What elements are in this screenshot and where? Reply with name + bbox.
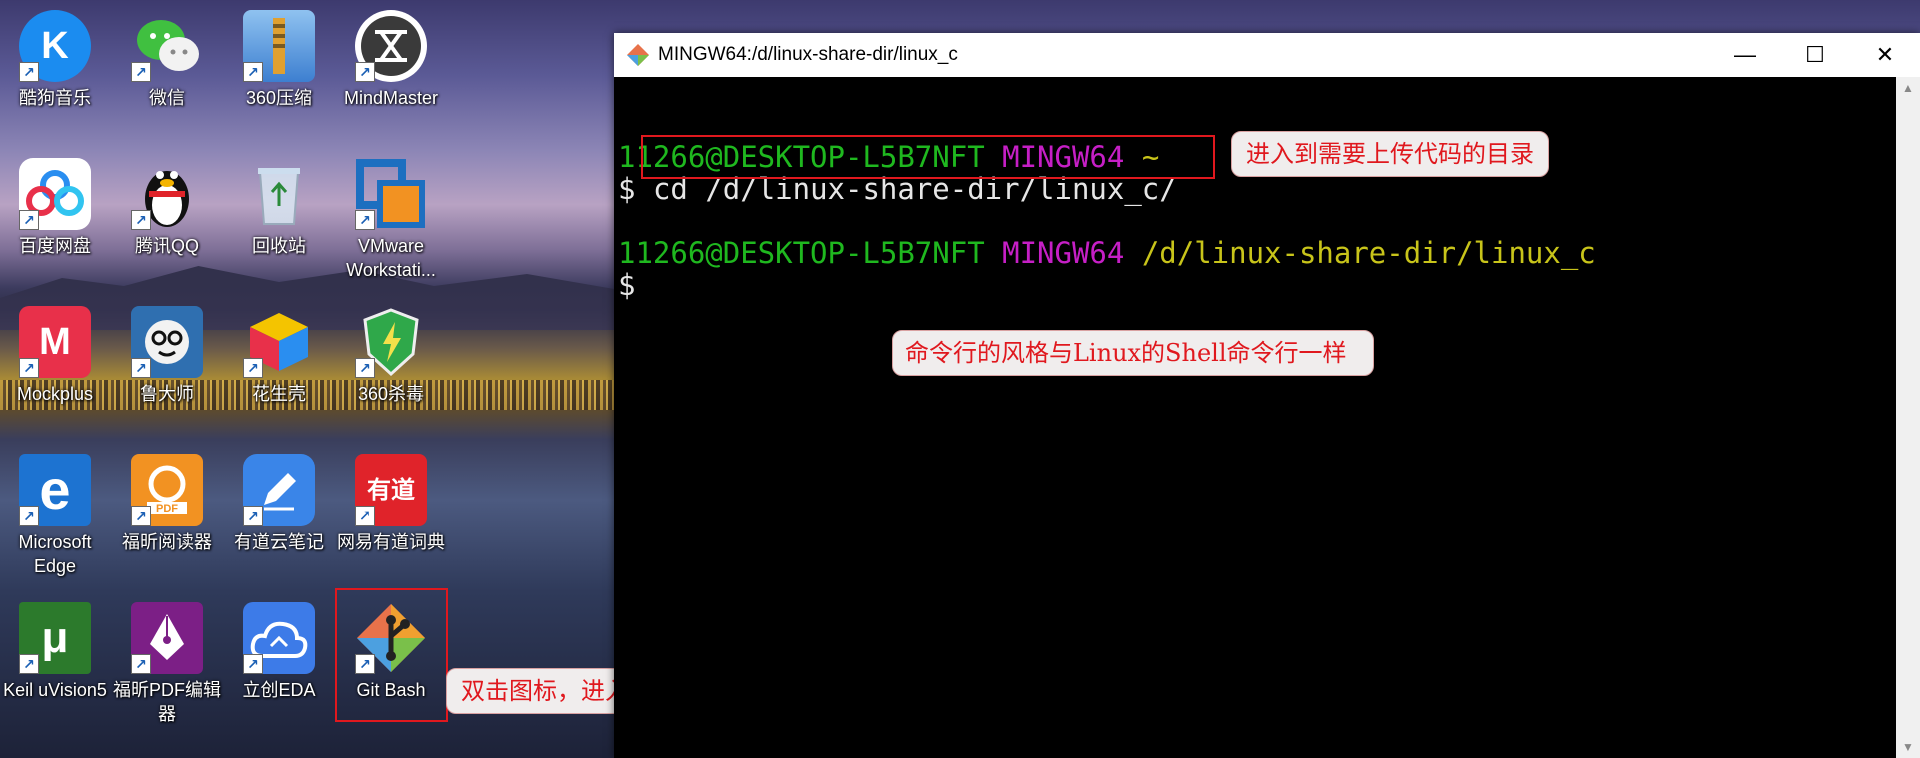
desktop-icon-label: Keil uVision5 xyxy=(3,680,107,700)
edge-icon: e ↗ xyxy=(19,454,91,526)
mindmaster-icon: ↗ xyxy=(355,10,427,82)
desktop-icon-360zip[interactable]: ↗ 360压缩 xyxy=(224,10,334,110)
desktop-icon-foxit-pdf-editor[interactable]: ↗ 福昕PDF编辑器 xyxy=(112,602,222,726)
terminal-output[interactable]: 11266@DESKTOP-L5B7NFT MINGW64 ~ $ cd /d/… xyxy=(614,77,1896,758)
desktop-icon-youdao-dict[interactable]: 有道 ↗ 网易有道词典 xyxy=(336,454,446,554)
terminal-line-prompt-2: 11266@DESKTOP-L5B7NFT MINGW64 /d/linux-s… xyxy=(618,237,1596,270)
svg-text:PDF: PDF xyxy=(156,503,178,515)
desktop-icon-label: 网易有道词典 xyxy=(337,532,445,552)
desktop-icon-wechat[interactable]: ↗ 微信 xyxy=(112,10,222,110)
desktop-icon-label: 酷狗音乐 xyxy=(19,88,91,108)
desktop-icon-360-antivirus[interactable]: ↗ 360杀毒 xyxy=(336,306,446,406)
shortcut-arrow-icon: ↗ xyxy=(355,210,375,230)
shortcut-arrow-icon: ↗ xyxy=(243,654,263,674)
window-titlebar[interactable]: MINGW64:/d/linux-share-dir/linux_c — ☐ ✕ xyxy=(614,33,1920,77)
desktop-icon-label: Mockplus xyxy=(16,384,94,404)
foxit-reader-icon: PDF ↗ xyxy=(131,454,203,526)
shortcut-arrow-icon: ↗ xyxy=(131,506,151,526)
shortcut-arrow-icon: ↗ xyxy=(131,210,151,230)
baidu-netdisk-icon: ↗ xyxy=(19,158,91,230)
desktop-icon-label: 花生壳 xyxy=(252,384,306,404)
desktop-icon-vmware[interactable]: ↗ VMware Workstati... xyxy=(336,158,446,282)
shortcut-arrow-icon: ↗ xyxy=(131,62,151,82)
cwd-path: /d/linux-share-dir/linux_c xyxy=(1141,236,1596,270)
360-antivirus-shield-icon: ↗ xyxy=(355,306,427,378)
keil-uvision-icon: μ ↗ xyxy=(19,602,91,674)
desktop-icon-label: 腾讯QQ xyxy=(134,236,199,256)
360zip-icon: ↗ xyxy=(243,10,315,82)
foxit-pdf-editor-icon: ↗ xyxy=(131,602,203,674)
desktop-icon-foxit-reader[interactable]: PDF ↗ 福昕阅读器 xyxy=(112,454,222,554)
terminal-scrollbar[interactable]: ▲ ▼ xyxy=(1896,77,1920,758)
scroll-down-arrow-icon[interactable]: ▼ xyxy=(1896,736,1920,758)
terminal-line-input[interactable]: $ xyxy=(618,269,635,302)
close-button[interactable]: ✕ xyxy=(1850,33,1920,77)
desktop-icon-lceda[interactable]: ↗ 立创EDA xyxy=(224,602,334,702)
shortcut-arrow-icon: ↗ xyxy=(355,358,375,378)
desktop-icon-label: 回收站 xyxy=(252,236,306,256)
shortcut-arrow-icon: ↗ xyxy=(243,358,263,378)
desktop-icon-ludashi[interactable]: ↗ 鲁大师 xyxy=(112,306,222,406)
ludashi-icon: ↗ xyxy=(131,306,203,378)
shortcut-arrow-icon: ↗ xyxy=(131,358,151,378)
lceda-cloud-icon: ↗ xyxy=(243,602,315,674)
shortcut-arrow-icon: ↗ xyxy=(243,62,263,82)
desktop-icon-label: 福昕PDF编辑器 xyxy=(113,680,221,724)
shortcut-arrow-icon: ↗ xyxy=(19,506,39,526)
callout-cd-command: 进入到需要上传代码的目录 xyxy=(1231,131,1549,177)
shortcut-arrow-icon: ↗ xyxy=(19,62,39,82)
desktop-icon-mindmaster[interactable]: ↗ MindMaster xyxy=(336,10,446,110)
shortcut-arrow-icon: ↗ xyxy=(355,62,375,82)
recycle-bin-icon xyxy=(243,158,315,230)
desktop-icon-kugou[interactable]: K ↗ 酷狗音乐 xyxy=(0,10,110,110)
kugou-music-icon: K ↗ xyxy=(19,10,91,82)
mockplus-icon: M ↗ xyxy=(19,306,91,378)
git-bash-highlight-box xyxy=(335,588,448,722)
shortcut-arrow-icon: ↗ xyxy=(131,654,151,674)
youdao-dict-icon: 有道 ↗ xyxy=(355,454,427,526)
desktop-icon-label: 立创EDA xyxy=(242,680,316,700)
desktop-icon-label: 360杀毒 xyxy=(357,384,425,404)
vmware-icon: ↗ xyxy=(355,158,427,230)
qq-penguin-icon: ↗ xyxy=(131,158,203,230)
cd-command-highlight-box xyxy=(641,135,1215,179)
desktop-icon-edge[interactable]: e ↗ Microsoft Edge xyxy=(0,454,110,578)
desktop-icon-keil[interactable]: μ ↗ Keil uVision5 xyxy=(0,602,110,702)
window-title: MINGW64:/d/linux-share-dir/linux_c xyxy=(658,44,958,65)
window-controls: — ☐ ✕ xyxy=(1710,33,1920,77)
prompt-symbol: $ xyxy=(618,268,636,302)
desktop-icon-label: VMware Workstati... xyxy=(346,236,436,280)
youdao-note-icon: ↗ xyxy=(243,454,315,526)
git-bash-app-icon xyxy=(626,43,650,67)
prompt-symbol: $ xyxy=(618,172,636,206)
shortcut-arrow-icon: ↗ xyxy=(243,506,263,526)
callout-shell-style: 命令行的风格与Linux的Shell命令行一样 xyxy=(892,330,1374,376)
desktop-icon-mockplus[interactable]: M ↗ Mockplus xyxy=(0,306,110,406)
wechat-icon: ↗ xyxy=(131,10,203,82)
minimize-button[interactable]: — xyxy=(1710,33,1780,77)
shortcut-arrow-icon: ↗ xyxy=(355,506,375,526)
desktop-icon-baidu-netdisk[interactable]: ↗ 百度网盘 xyxy=(0,158,110,258)
desktop-icon-label: 有道云笔记 xyxy=(234,532,324,552)
desktop-icon-label: 鲁大师 xyxy=(140,384,194,404)
shortcut-arrow-icon: ↗ xyxy=(19,654,39,674)
shortcut-arrow-icon: ↗ xyxy=(19,358,39,378)
desktop-icon-label: MindMaster xyxy=(343,88,439,108)
desktop-icon-label: 微信 xyxy=(149,88,185,108)
shortcut-arrow-icon: ↗ xyxy=(19,210,39,230)
desktop-icon-youdao-note[interactable]: ↗ 有道云笔记 xyxy=(224,454,334,554)
desktop-icon-label: Microsoft Edge xyxy=(18,532,92,576)
desktop-icon-label: 福昕阅读器 xyxy=(122,532,212,552)
desktop-icon-huashengke[interactable]: ↗ 花生壳 xyxy=(224,306,334,406)
scroll-up-arrow-icon[interactable]: ▲ xyxy=(1896,77,1920,99)
user-host: 11266@DESKTOP-L5B7NFT xyxy=(618,236,985,270)
desktop-icon-qq[interactable]: ↗ 腾讯QQ xyxy=(112,158,222,258)
env-name: MINGW64 xyxy=(1002,236,1125,270)
maximize-button[interactable]: ☐ xyxy=(1780,33,1850,77)
desktop-icon-label: 360压缩 xyxy=(245,88,313,108)
huashengke-icon: ↗ xyxy=(243,306,315,378)
desktop-icon-label: 百度网盘 xyxy=(19,236,91,256)
desktop-icon-recycle-bin[interactable]: 回收站 xyxy=(224,158,334,258)
